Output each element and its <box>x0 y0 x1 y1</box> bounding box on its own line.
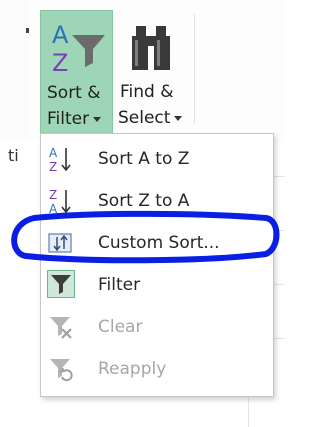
menu-item-sort-a-to-z[interactable]: A Z Sort A to Z <box>41 138 273 180</box>
menu-item-sort-z-to-a[interactable]: Z A Sort Z to A <box>41 180 273 222</box>
excel-editing-group: A Z Sort & Filter Find & Select ti A Z S… <box>0 0 285 427</box>
ribbon-editing-group: A Z Sort & Filter Find & Select <box>0 0 285 140</box>
find-select-label-line2: Select <box>118 108 183 128</box>
dropdown-caret-icon <box>174 115 183 121</box>
ribbon-separator <box>194 14 195 124</box>
sort-z-to-a-icon: Z A <box>49 188 71 215</box>
filter-icon-frame <box>47 270 75 298</box>
filter-icon <box>51 275 71 294</box>
reapply-filter-icon <box>50 359 73 382</box>
menu-item-label: Sort A to Z <box>98 149 190 169</box>
svg-text:Z: Z <box>52 49 68 77</box>
menu-item-label: Clear <box>98 317 143 337</box>
svg-text:Z: Z <box>49 188 57 202</box>
dropdown-caret-icon <box>93 116 102 122</box>
grid-line <box>274 284 285 285</box>
find-select-label-line1: Find & <box>120 82 174 102</box>
grid-line <box>274 338 285 339</box>
cell-text: ti <box>8 146 19 165</box>
grid-line <box>274 176 285 177</box>
svg-text:A: A <box>49 146 58 160</box>
svg-text:Z: Z <box>49 160 57 173</box>
sort-az-filter-icon: A Z <box>52 21 105 77</box>
custom-sort-icon <box>48 233 72 253</box>
menu-item-label: Sort Z to A <box>98 191 190 211</box>
svg-text:A: A <box>49 202 58 215</box>
menu-item-custom-sort[interactable]: Custom Sort... <box>41 222 273 264</box>
svg-text:A: A <box>52 21 69 49</box>
sort-filter-label-line2: Filter <box>47 109 102 129</box>
grid-line <box>274 230 285 231</box>
sort-filter-menu: A Z Sort A to Z Z A Sort Z to A Custom S… <box>40 133 274 397</box>
ribbon-mark <box>26 28 29 33</box>
menu-item-label: Custom Sort... <box>98 233 220 253</box>
ribbon-previous-group <box>0 0 30 140</box>
sort-filter-label-line1: Sort & <box>47 83 101 103</box>
binoculars-icon <box>132 26 170 70</box>
menu-item-filter[interactable]: Filter <box>41 264 273 306</box>
clear-filter-icon <box>50 317 72 339</box>
sort-a-to-z-icon: A Z <box>49 146 71 173</box>
menu-item-clear[interactable]: Clear <box>41 306 273 348</box>
menu-item-reapply[interactable]: Reapply <box>41 348 273 390</box>
menu-item-label: Reapply <box>98 359 167 379</box>
menu-item-label: Filter <box>98 275 141 295</box>
sort-filter-button[interactable]: A Z Sort & Filter <box>40 10 113 134</box>
find-select-button[interactable]: Find & Select <box>114 10 192 134</box>
